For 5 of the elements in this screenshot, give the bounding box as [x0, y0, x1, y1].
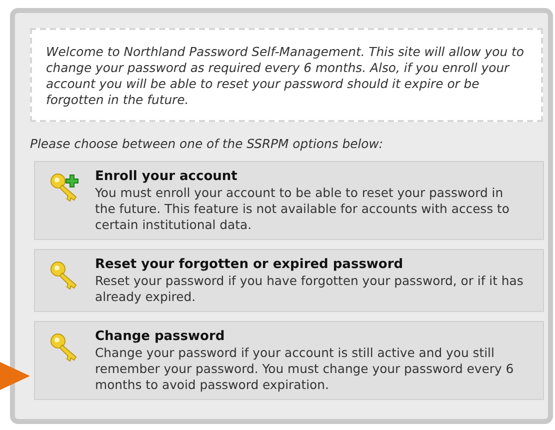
option-button[interactable]: Reset your forgotten or expired password Reset your password if you have forgotten your password, or if it has already expired.: [34, 249, 544, 312]
options-prompt: Please choose between one of the SSRPM options below:: [30, 136, 384, 151]
option-button[interactable]: Change password Change your password if your account is still active and you still remember your password. You must change your password every 6 months to avoid password expiration.: [34, 321, 544, 400]
option-button[interactable]: Enroll your account You must enroll your account to be able to reset your password in the future. This feature is not available for accounts with access to certain institutional data.: [34, 161, 544, 240]
welcome-message: Welcome to Northland Password Self-Management. This site will allow you to change your password as required every 6 months. Also, if you enroll your account you will be able to reset your password should it expire or be forgotten in the future.: [30, 28, 543, 122]
